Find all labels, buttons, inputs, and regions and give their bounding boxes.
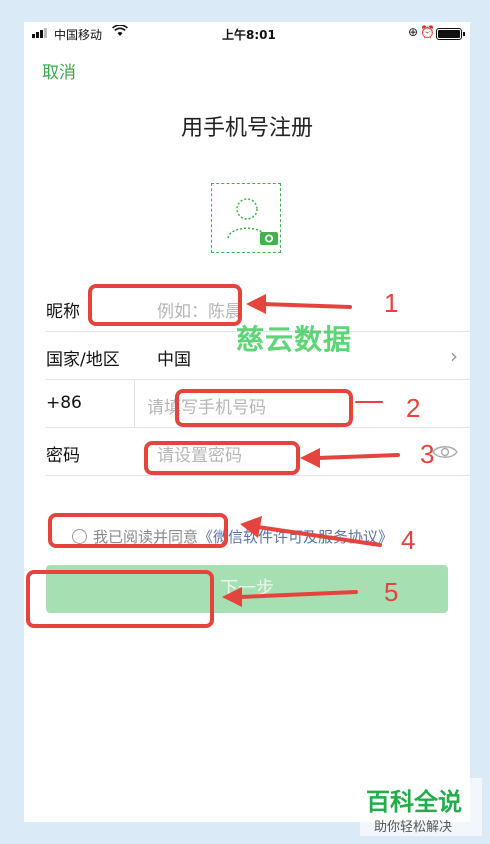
highlight-box-2 — [175, 389, 353, 427]
arrow-3 — [316, 453, 400, 460]
arrow-5 — [238, 590, 358, 599]
highlight-box-1 — [88, 284, 242, 326]
annotation-number-3: 3 — [420, 439, 435, 469]
brand-name: 百科全说 — [366, 788, 462, 816]
highlight-box-5 — [26, 570, 214, 628]
brand-logo: 百科全说 助你轻松解决 — [360, 778, 482, 836]
highlight-box-3 — [144, 441, 300, 475]
annotation-number-5: 5 — [384, 577, 399, 607]
brand-tagline: 助你轻松解决 — [374, 820, 453, 835]
arrow-4 — [256, 525, 382, 547]
highlight-box-4 — [48, 513, 228, 548]
annotation-number-1: 1 — [384, 288, 399, 318]
arrow-1 — [260, 302, 352, 309]
annotation-number-4: 4 — [401, 525, 416, 555]
annotation-number-2: 2 — [406, 393, 421, 423]
